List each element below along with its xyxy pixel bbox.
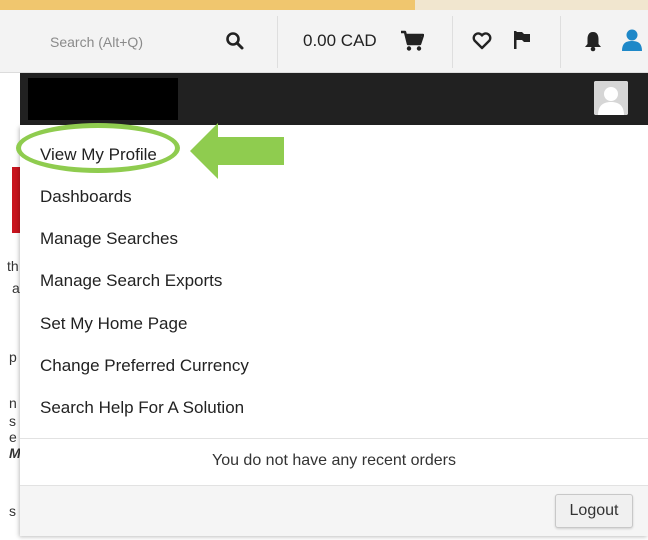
user-icon[interactable] bbox=[621, 28, 643, 52]
background-text-fragment: p bbox=[9, 349, 17, 365]
cart-total[interactable]: 0.00 CAD bbox=[303, 31, 377, 51]
background-red-banner bbox=[12, 167, 20, 233]
logout-button[interactable]: Logout bbox=[555, 494, 633, 528]
cart-icon[interactable] bbox=[400, 30, 424, 52]
search-box bbox=[22, 16, 278, 68]
account-header-band bbox=[20, 73, 648, 125]
menu-item-dashboards[interactable]: Dashboards bbox=[40, 187, 132, 207]
toolbar-divider bbox=[560, 16, 561, 68]
flag-icon[interactable] bbox=[512, 30, 532, 50]
menu-item-set-my-home-page[interactable]: Set My Home Page bbox=[40, 314, 187, 334]
menu-item-label: Dashboards bbox=[40, 187, 132, 206]
loading-progress-bar bbox=[0, 0, 648, 10]
avatar[interactable] bbox=[594, 81, 628, 115]
profile-dropdown-menu: View My Profile Dashboards Manage Search… bbox=[16, 123, 648, 536]
progress-bar-fill bbox=[0, 0, 415, 10]
recent-orders-message: You do not have any recent orders bbox=[211, 452, 457, 469]
background-text-fragment: s bbox=[9, 413, 16, 429]
background-text-fragment: a bbox=[12, 280, 20, 296]
bell-icon[interactable] bbox=[583, 30, 603, 52]
menu-item-label: Search Help For A Solution bbox=[40, 398, 245, 417]
background-text-fragment: e bbox=[9, 429, 17, 445]
menu-item-label: Manage Search Exports bbox=[40, 271, 223, 290]
toolbar-divider bbox=[452, 16, 453, 68]
menu-item-change-preferred-currency[interactable]: Change Preferred Currency bbox=[40, 356, 249, 376]
menu-item-search-help[interactable]: Search Help For A Solution bbox=[40, 398, 244, 418]
menu-item-label: Set My Home Page bbox=[40, 314, 188, 333]
background-text-fragment: M bbox=[9, 445, 21, 461]
menu-item-label: Manage Searches bbox=[40, 229, 178, 248]
highlight-ring-annotation bbox=[16, 123, 180, 173]
pointer-arrow-icon bbox=[190, 123, 284, 179]
redacted-username bbox=[28, 78, 178, 120]
heart-icon[interactable] bbox=[472, 32, 492, 50]
search-icon[interactable] bbox=[225, 31, 245, 51]
menu-item-manage-search-exports[interactable]: Manage Search Exports bbox=[40, 271, 222, 291]
background-page-edge: th a p n s e M s bbox=[0, 125, 21, 540]
section-divider bbox=[20, 438, 648, 439]
background-text-fragment: s bbox=[9, 503, 16, 519]
top-toolbar: 0.00 CAD bbox=[0, 10, 648, 73]
background-text-fragment: th bbox=[7, 258, 19, 274]
menu-item-manage-searches[interactable]: Manage Searches bbox=[40, 229, 178, 249]
dropdown-footer: Logout bbox=[20, 485, 648, 536]
menu-item-label: Change Preferred Currency bbox=[40, 356, 249, 375]
search-input[interactable] bbox=[48, 30, 222, 54]
avatar-person-icon bbox=[594, 81, 628, 115]
background-text-fragment: n bbox=[9, 395, 17, 411]
